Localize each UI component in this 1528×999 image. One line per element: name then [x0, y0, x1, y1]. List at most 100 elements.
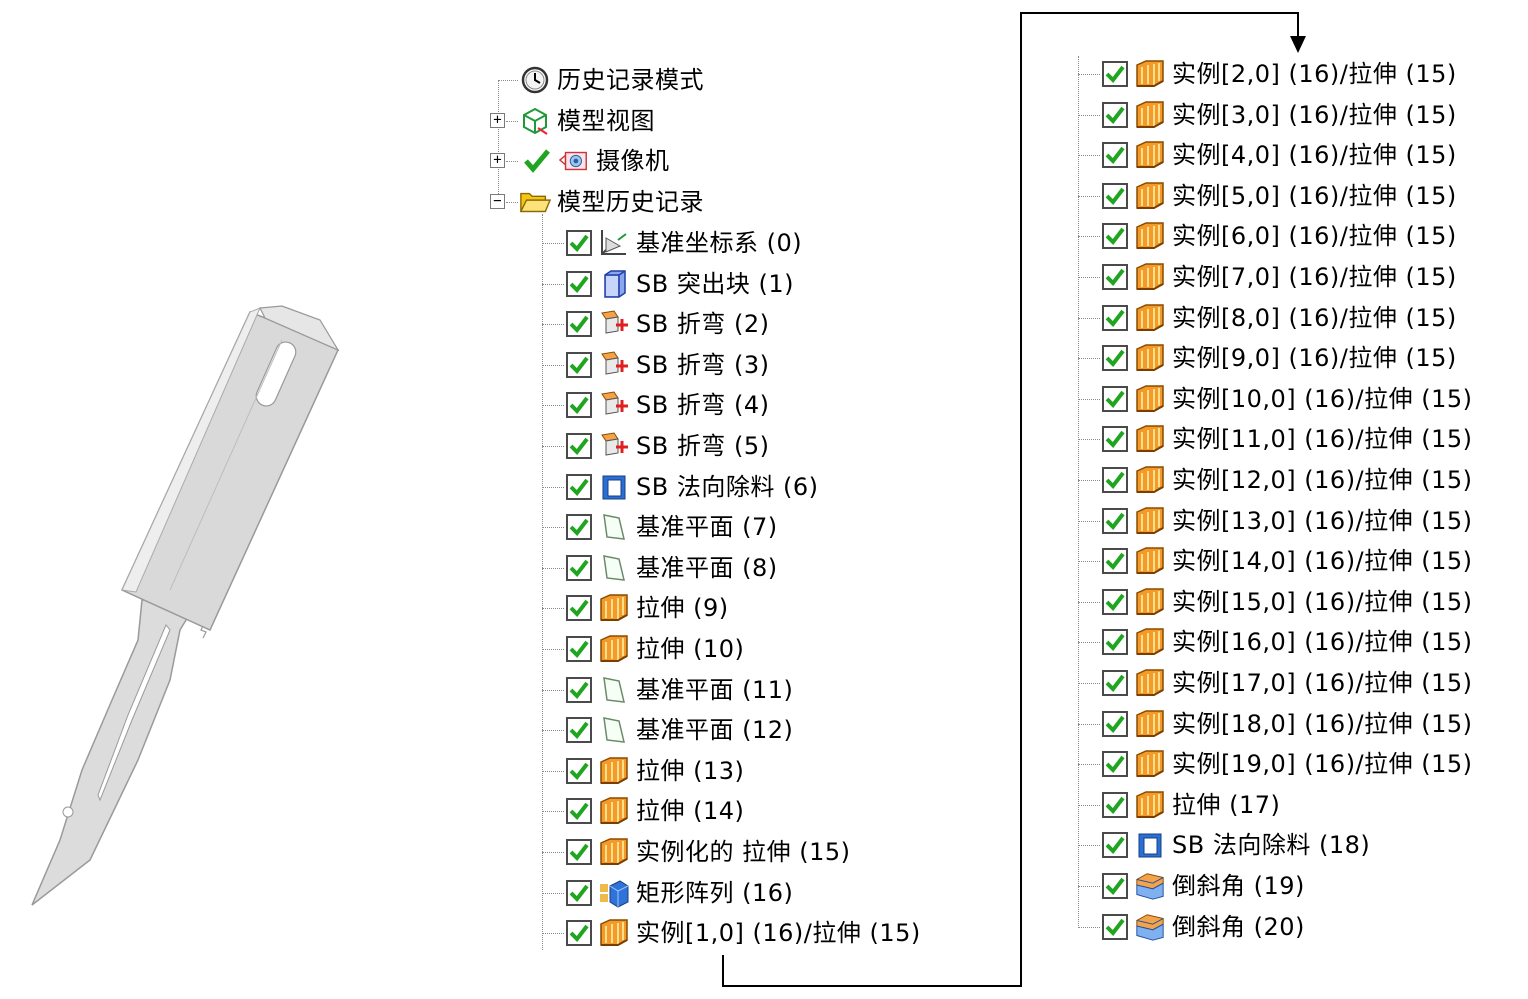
feature-checkbox[interactable]	[1102, 264, 1128, 290]
tree-connector	[1078, 318, 1100, 319]
feature-checkbox[interactable]	[1102, 426, 1128, 452]
history-feature[interactable]: 实例[2,0] (16)/拉伸 (15)	[1102, 56, 1457, 92]
feature-checkbox[interactable]	[1102, 873, 1128, 899]
feature-checkbox[interactable]	[1102, 548, 1128, 574]
tree-node-label: 实例[4,0] (16)/拉伸 (15)	[1172, 141, 1457, 169]
tree-node-label: 实例[17,0] (16)/拉伸 (15)	[1172, 669, 1473, 697]
check-mark-icon	[1105, 187, 1125, 206]
feature-checkbox[interactable]	[1102, 386, 1128, 412]
extrude-icon	[1134, 667, 1166, 699]
history-feature[interactable]: 实例[5,0] (16)/拉伸 (15)	[1102, 178, 1457, 214]
tree-connector	[1078, 683, 1100, 684]
feature-checkbox[interactable]	[1102, 61, 1128, 87]
feature-checkbox[interactable]	[1102, 589, 1128, 615]
feature-checkbox[interactable]	[1102, 102, 1128, 128]
history-feature[interactable]: 实例[3,0] (16)/拉伸 (15)	[1102, 97, 1457, 133]
extrude-icon	[1134, 586, 1166, 618]
feature-checkbox[interactable]	[1102, 345, 1128, 371]
extrude-icon	[1134, 423, 1166, 455]
tree-node-label: 实例[14,0] (16)/拉伸 (15)	[1172, 547, 1473, 575]
feature-checkbox[interactable]	[1102, 467, 1128, 493]
history-feature[interactable]: 实例[19,0] (16)/拉伸 (15)	[1102, 746, 1473, 782]
check-mark-icon	[1105, 227, 1125, 246]
feature-checkbox[interactable]	[1102, 792, 1128, 818]
check-mark-icon	[1105, 390, 1125, 409]
extrude-icon	[1134, 302, 1166, 334]
check-mark-icon	[1105, 633, 1125, 652]
tree-connector	[1078, 115, 1100, 116]
tree-node-label: 实例[3,0] (16)/拉伸 (15)	[1172, 101, 1457, 129]
history-feature[interactable]: 实例[4,0] (16)/拉伸 (15)	[1102, 137, 1457, 173]
extrude-icon	[1134, 748, 1166, 780]
check-mark-icon	[1105, 430, 1125, 449]
feature-checkbox[interactable]	[1102, 914, 1128, 940]
check-mark-icon	[1105, 552, 1125, 571]
history-feature[interactable]: 拉伸 (17)	[1102, 787, 1280, 823]
check-mark-icon	[1105, 715, 1125, 734]
tree-connector	[1078, 845, 1100, 846]
history-feature[interactable]: 实例[18,0] (16)/拉伸 (15)	[1102, 706, 1473, 742]
check-mark-icon	[1105, 512, 1125, 531]
feature-checkbox[interactable]	[1102, 183, 1128, 209]
check-mark-icon	[1105, 65, 1125, 84]
feature-checkbox[interactable]	[1102, 223, 1128, 249]
check-mark-icon	[1105, 471, 1125, 490]
tree-node-label: 实例[18,0] (16)/拉伸 (15)	[1172, 710, 1473, 738]
tree-connector	[1078, 236, 1100, 237]
history-feature[interactable]: 倒斜角 (20)	[1102, 909, 1305, 945]
extrude-icon	[1134, 545, 1166, 577]
history-feature[interactable]: SB 法向除料 (18)	[1102, 827, 1370, 863]
tree-connector	[1078, 155, 1100, 156]
extrude-icon	[1134, 99, 1166, 131]
history-feature[interactable]: 实例[9,0] (16)/拉伸 (15)	[1102, 340, 1457, 376]
feature-checkbox[interactable]	[1102, 142, 1128, 168]
tree-connector	[1078, 56, 1079, 928]
history-feature[interactable]: 实例[15,0] (16)/拉伸 (15)	[1102, 584, 1473, 620]
extrude-icon	[1134, 505, 1166, 537]
history-feature[interactable]: 实例[12,0] (16)/拉伸 (15)	[1102, 462, 1473, 498]
history-feature[interactable]: 实例[6,0] (16)/拉伸 (15)	[1102, 218, 1457, 254]
check-mark-icon	[1105, 268, 1125, 287]
tree-node-label: 实例[2,0] (16)/拉伸 (15)	[1172, 60, 1457, 88]
feature-checkbox[interactable]	[1102, 508, 1128, 534]
history-feature[interactable]: 实例[10,0] (16)/拉伸 (15)	[1102, 381, 1473, 417]
history-feature[interactable]: 倒斜角 (19)	[1102, 868, 1305, 904]
history-feature[interactable]: 实例[16,0] (16)/拉伸 (15)	[1102, 624, 1473, 660]
history-feature[interactable]: 实例[7,0] (16)/拉伸 (15)	[1102, 259, 1457, 295]
history-feature[interactable]: 实例[8,0] (16)/拉伸 (15)	[1102, 300, 1457, 336]
feature-checkbox[interactable]	[1102, 670, 1128, 696]
tree-node-label: SB 法向除料 (18)	[1172, 831, 1371, 859]
history-feature[interactable]: 实例[17,0] (16)/拉伸 (15)	[1102, 665, 1473, 701]
tree-node-label: 实例[10,0] (16)/拉伸 (15)	[1172, 385, 1473, 413]
history-feature[interactable]: 实例[11,0] (16)/拉伸 (15)	[1102, 421, 1473, 457]
tree-node-label: 实例[12,0] (16)/拉伸 (15)	[1172, 466, 1473, 494]
tree-connector	[1078, 602, 1100, 603]
tree-connector	[1078, 927, 1100, 928]
tree-connector	[1078, 399, 1100, 400]
extrude-icon	[1134, 342, 1166, 374]
tree-node-label: 实例[5,0] (16)/拉伸 (15)	[1172, 182, 1457, 210]
check-mark-icon	[1105, 309, 1125, 328]
tree-connector	[1078, 358, 1100, 359]
tree-node-label: 实例[7,0] (16)/拉伸 (15)	[1172, 263, 1457, 291]
tree-connector	[1078, 764, 1100, 765]
tree-connector	[1078, 561, 1100, 562]
extrude-icon	[1134, 58, 1166, 90]
tree-node-label: 实例[9,0] (16)/拉伸 (15)	[1172, 344, 1457, 372]
tree-node-label: 实例[6,0] (16)/拉伸 (15)	[1172, 222, 1457, 250]
feature-checkbox[interactable]	[1102, 832, 1128, 858]
extrude-icon	[1134, 220, 1166, 252]
feature-checkbox[interactable]	[1102, 711, 1128, 737]
tree-connector	[1078, 277, 1100, 278]
feature-checkbox[interactable]	[1102, 751, 1128, 777]
check-mark-icon	[1105, 593, 1125, 612]
check-mark-icon	[1105, 106, 1125, 125]
history-feature[interactable]: 实例[13,0] (16)/拉伸 (15)	[1102, 503, 1473, 539]
tree-connector	[1078, 724, 1100, 725]
history-feature[interactable]: 实例[14,0] (16)/拉伸 (15)	[1102, 543, 1473, 579]
feature-checkbox[interactable]	[1102, 629, 1128, 655]
tree-node-label: 实例[19,0] (16)/拉伸 (15)	[1172, 750, 1473, 778]
feature-checkbox[interactable]	[1102, 305, 1128, 331]
extrude-icon	[1134, 626, 1166, 658]
extrude-icon	[1134, 139, 1166, 171]
